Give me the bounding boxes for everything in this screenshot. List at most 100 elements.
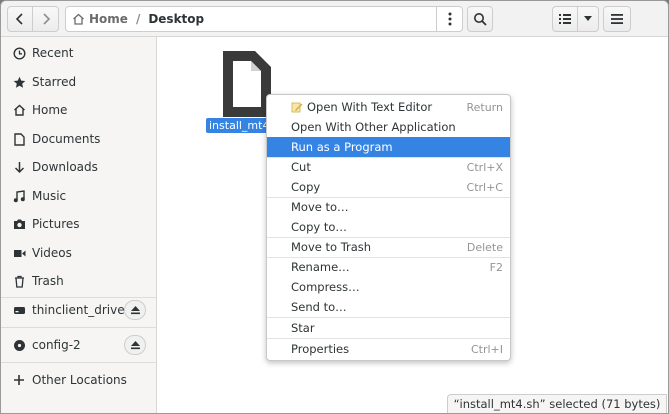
search-icon [474,13,487,26]
menu-item-open-with-text-editor[interactable]: Open With Text Editor Return [267,97,510,117]
eject-button[interactable] [124,300,146,320]
eject-button[interactable] [124,335,146,355]
view-mode-button[interactable] [552,6,578,32]
sidebar-item-starred[interactable]: Starred [1,68,156,96]
menu-item-accelerator: Ctrl+X [466,160,503,174]
menu-item-cut[interactable]: Cut Ctrl+X [267,157,510,177]
menu-item-properties[interactable]: Properties Ctrl+I [267,339,510,359]
sidebar-divider [1,327,156,328]
menu-item-accelerator: Ctrl+I [470,342,503,356]
video-icon [12,246,26,260]
menu-item-accelerator: Ctrl+C [466,180,503,194]
drive-icon [12,303,26,317]
menu-item-label: Run as a Program [291,140,393,154]
sidebar-item-recent[interactable]: Recent [1,39,156,67]
sidebar-item-home[interactable]: Home [1,96,156,124]
sidebar-divider [1,362,156,363]
menu-item-label: Cut [291,160,311,174]
path-current-folder[interactable]: Desktop [148,12,204,26]
navigation-buttons [7,6,59,32]
sidebar-item-config-2[interactable]: config-2 [1,331,156,359]
menu-item-star[interactable]: Star [267,318,510,338]
path-home-button[interactable]: Home [72,12,128,26]
sidebar-item-label: Recent [32,46,74,60]
sidebar-item-thinclient-drives[interactable]: thinclient_drives [1,296,156,324]
path-bar: Home / Desktop [65,6,463,32]
menu-item-run-as-program[interactable]: Run as a Program [267,137,510,157]
eject-icon [130,306,140,315]
home-icon [73,13,84,25]
menu-item-label: Move to… [291,200,349,214]
menu-item-accelerator: F2 [489,260,503,274]
sidebar: Recent Starred Home Documents Downloads … [1,37,157,413]
menu-item-compress[interactable]: Compress… [267,277,510,297]
sidebar-item-music[interactable]: Music [1,182,156,210]
selection-status-bar: “install_mt4.sh” selected (71 bytes) [447,394,667,413]
menu-item-label: Copy to… [291,220,347,234]
sidebar-item-downloads[interactable]: Downloads [1,153,156,181]
back-button[interactable] [7,6,33,32]
chevron-right-icon [42,13,50,25]
context-menu: Open With Text Editor Return Open With O… [266,94,511,361]
sidebar-item-label: Trash [32,274,64,288]
menu-item-label: Open With Other Application [291,120,456,134]
sidebar-item-label: Downloads [32,160,98,174]
list-view-icon [559,14,571,24]
path-menu-button[interactable] [436,7,462,31]
menu-item-copy[interactable]: Copy Ctrl+C [267,177,510,197]
sidebar-item-label: Videos [32,246,72,260]
sidebar-item-documents[interactable]: Documents [1,125,156,153]
sidebar-item-label: config-2 [32,338,81,352]
sidebar-item-trash[interactable]: Trash [1,267,156,295]
music-note-icon [12,189,26,203]
disc-icon [12,338,26,352]
clock-icon [12,46,26,60]
sidebar-item-label: thinclient_drives [32,303,131,317]
menu-item-label: Star [291,321,315,335]
menu-item-send-to[interactable]: Send to… [267,297,510,317]
main-menu-button[interactable] [603,6,631,32]
sidebar-item-label: Music [32,189,67,203]
text-editor-icon [291,101,303,116]
menu-item-label: Move to Trash [291,240,372,254]
star-icon [12,75,26,89]
trash-icon [12,274,26,288]
view-options-button[interactable] [577,6,599,32]
menu-item-copy-to[interactable]: Copy to… [267,217,510,237]
chevron-down-icon [584,16,592,21]
chevron-left-icon [15,13,23,25]
vertical-dots-icon [448,12,451,26]
sidebar-item-label: Pictures [32,217,80,231]
menu-item-label: Copy [291,180,321,194]
path-separator: / [135,12,141,26]
sidebar-item-label: Home [32,103,68,117]
download-arrow-icon [12,160,26,174]
text-file-icon[interactable] [219,49,273,119]
sidebar-item-label: Documents [32,132,101,146]
sidebar-item-pictures[interactable]: Pictures [1,210,156,238]
menu-item-move-to[interactable]: Move to… [267,197,510,217]
sidebar-item-other-locations[interactable]: Other Locations [1,366,156,394]
menu-item-rename[interactable]: Rename… F2 [267,257,510,277]
forward-button[interactable] [33,6,59,32]
camera-icon [12,217,26,231]
search-button[interactable] [467,6,493,32]
file-name-label[interactable]: install_mt4 [206,118,273,133]
sidebar-item-label: Other Locations [32,373,127,387]
sidebar-item-label: Starred [32,75,77,89]
header-bar: Home / Desktop [1,1,668,37]
menu-item-move-to-trash[interactable]: Move to Trash Delete [267,237,510,257]
menu-item-open-with-other-application[interactable]: Open With Other Application [267,117,510,137]
menu-item-accelerator: Return [466,100,503,114]
plus-icon [12,373,26,387]
sidebar-item-videos[interactable]: Videos [1,239,156,267]
menu-item-label: Compress… [291,280,360,294]
home-icon [12,103,26,117]
file-manager-window: Home / Desktop Recent Starred Home Docum… [0,0,669,414]
path-home-label: Home [89,12,128,26]
eject-icon [130,341,140,350]
hamburger-menu-icon [611,14,623,24]
menu-item-label: Rename… [291,260,350,274]
menu-item-label: Open With Text Editor [307,100,433,114]
menu-item-accelerator: Delete [466,240,503,254]
